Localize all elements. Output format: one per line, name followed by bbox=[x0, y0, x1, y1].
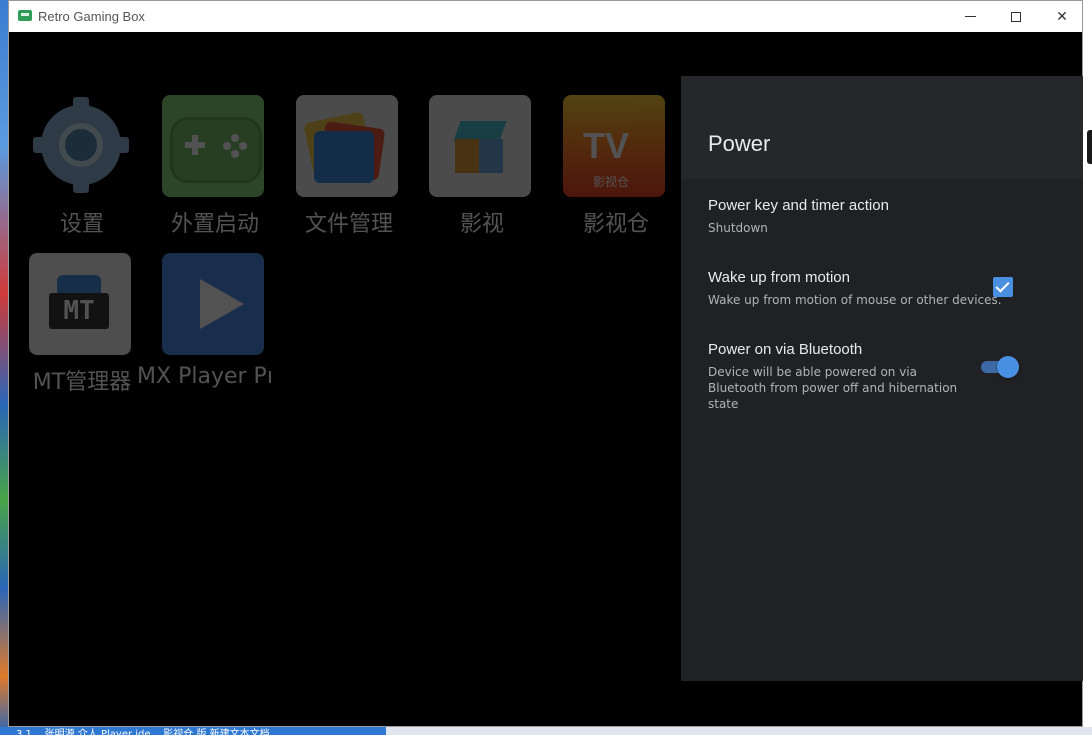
title-bar[interactable]: Retro Gaming Box ✕ bbox=[9, 1, 1082, 32]
app-mx-player[interactable]: MX Player Pı bbox=[137, 253, 273, 403]
tile-subtext: 影视仓 bbox=[593, 175, 630, 189]
close-icon: ✕ bbox=[1056, 8, 1068, 24]
play-icon bbox=[162, 253, 264, 355]
app-label: 影视仓 bbox=[582, 212, 649, 237]
window-title: Retro Gaming Box bbox=[38, 9, 145, 24]
tile-text: MT bbox=[49, 293, 109, 329]
power-settings-panel: Power Power key and timer action Shutdow… bbox=[681, 76, 1083, 681]
taskbar-text: 3.1... 张明源 介人 Player ide... 影视仓 版 新建文本文档 bbox=[16, 729, 270, 740]
app-settings[interactable]: 设置 bbox=[12, 95, 132, 245]
bluetooth-power-toggle[interactable] bbox=[981, 356, 1019, 378]
close-button[interactable]: ✕ bbox=[1039, 1, 1085, 32]
desktop-edge-widget bbox=[1087, 130, 1092, 164]
file-manager-icon bbox=[296, 95, 398, 197]
gamepad-icon bbox=[162, 95, 264, 197]
app-external-boot[interactable]: 外置启动 bbox=[145, 95, 265, 245]
launcher-area: 设置 外置启动 文件管理 影视 TV 影视仓 影视仓 MT MT管理器 MX P… bbox=[9, 32, 681, 726]
taskbar: 3.1... 张明源 介人 Player ide... 影视仓 版 新建文本文档 bbox=[0, 727, 1092, 740]
pref-power-key-timer[interactable]: Power key and timer action Shutdown bbox=[708, 197, 1068, 236]
cube-icon bbox=[429, 95, 531, 197]
maximize-button[interactable] bbox=[993, 1, 1039, 32]
pref-title: Wake up from motion bbox=[708, 269, 850, 286]
app-video-warehouse[interactable]: TV 影视仓 影视仓 bbox=[546, 95, 666, 245]
app-file-manager[interactable]: 文件管理 bbox=[279, 95, 399, 245]
pref-summary: Device will be able powered on via Bluet… bbox=[708, 365, 958, 411]
page-title: Power bbox=[708, 131, 771, 156]
settings-gear-icon bbox=[29, 95, 131, 197]
pref-title: Power key and timer action bbox=[708, 197, 889, 214]
toggle-thumb bbox=[997, 356, 1019, 378]
desktop-edge-right bbox=[1083, 0, 1092, 735]
app-label: MX Player Pı bbox=[137, 364, 273, 389]
panel-header: Power bbox=[681, 76, 1083, 179]
pref-summary: Wake up from motion of mouse or other de… bbox=[708, 293, 1002, 307]
tile-text: TV bbox=[583, 125, 630, 166]
maximize-icon bbox=[1011, 11, 1021, 22]
wake-up-motion-checkbox[interactable] bbox=[993, 277, 1013, 297]
app-video[interactable]: 影视 bbox=[412, 95, 532, 245]
minimize-icon bbox=[964, 16, 976, 17]
app-window: Retro Gaming Box ✕ 设置 外置启动 文件管理 影视 TV 影视… bbox=[8, 0, 1083, 727]
minimize-button[interactable] bbox=[947, 1, 993, 32]
app-mt-manager[interactable]: MT MT管理器 bbox=[12, 253, 132, 403]
mt-manager-icon: MT bbox=[29, 253, 131, 355]
pref-summary: Shutdown bbox=[708, 221, 768, 235]
tv-icon: TV 影视仓 bbox=[563, 95, 665, 197]
pref-wake-up-motion[interactable]: Wake up from motion Wake up from motion … bbox=[708, 269, 1068, 308]
app-logo-icon bbox=[18, 10, 32, 21]
